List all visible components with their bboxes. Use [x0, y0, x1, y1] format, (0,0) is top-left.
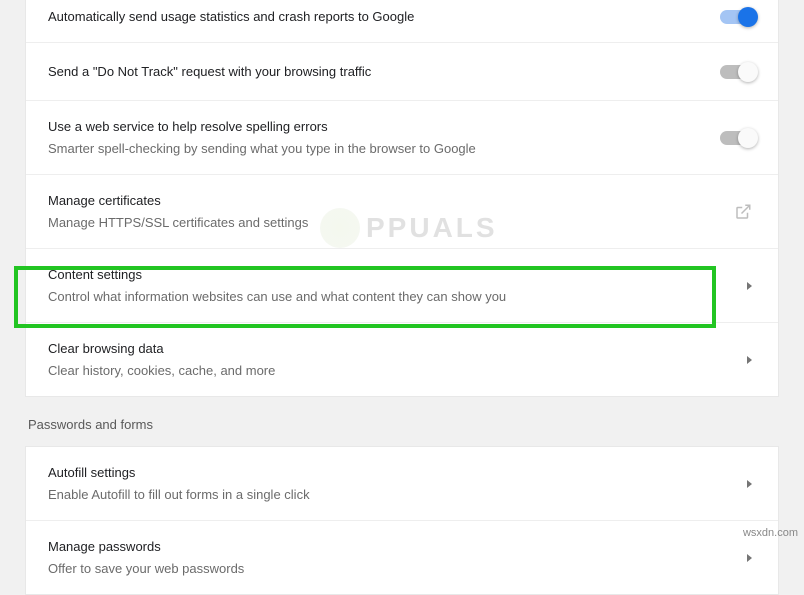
chevron-right-icon	[747, 282, 752, 290]
row-certs[interactable]: Manage certificates Manage HTTPS/SSL cer…	[26, 175, 778, 249]
chevron-right-icon	[747, 356, 752, 364]
manage-pw-sub: Offer to save your web passwords	[48, 559, 747, 579]
manage-pw-title: Manage passwords	[48, 537, 747, 557]
certs-sub: Manage HTTPS/SSL certificates and settin…	[48, 213, 734, 233]
row-usage-stats: Automatically send usage statistics and …	[26, 0, 778, 43]
autofill-title: Autofill settings	[48, 463, 747, 483]
spelling-title: Use a web service to help resolve spelli…	[48, 117, 720, 137]
content-sub: Control what information websites can us…	[48, 287, 747, 307]
dnt-toggle[interactable]	[720, 65, 756, 79]
dnt-title: Send a "Do Not Track" request with your …	[48, 62, 720, 82]
passwords-section-header: Passwords and forms	[0, 397, 804, 446]
content-title: Content settings	[48, 265, 747, 285]
row-clear-browsing-data[interactable]: Clear browsing data Clear history, cooki…	[26, 323, 778, 396]
privacy-panel: Automatically send usage statistics and …	[25, 0, 779, 397]
autofill-sub: Enable Autofill to fill out forms in a s…	[48, 485, 747, 505]
external-link-icon	[734, 203, 752, 221]
chevron-right-icon	[747, 554, 752, 562]
row-manage-passwords[interactable]: Manage passwords Offer to save your web …	[26, 521, 778, 594]
spelling-sub: Smarter spell-checking by sending what y…	[48, 139, 720, 159]
row-spelling: Use a web service to help resolve spelli…	[26, 101, 778, 175]
row-content-settings[interactable]: Content settings Control what informatio…	[26, 249, 778, 323]
certs-title: Manage certificates	[48, 191, 734, 211]
attribution-text: wsxdn.com	[743, 527, 798, 539]
spelling-toggle[interactable]	[720, 131, 756, 145]
usage-stats-title: Automatically send usage statistics and …	[48, 7, 720, 27]
chevron-right-icon	[747, 480, 752, 488]
row-dnt: Send a "Do Not Track" request with your …	[26, 43, 778, 101]
clear-title: Clear browsing data	[48, 339, 747, 359]
row-autofill[interactable]: Autofill settings Enable Autofill to fil…	[26, 447, 778, 521]
usage-stats-toggle[interactable]	[720, 10, 756, 24]
passwords-panel: Autofill settings Enable Autofill to fil…	[25, 446, 779, 595]
clear-sub: Clear history, cookies, cache, and more	[48, 361, 747, 381]
